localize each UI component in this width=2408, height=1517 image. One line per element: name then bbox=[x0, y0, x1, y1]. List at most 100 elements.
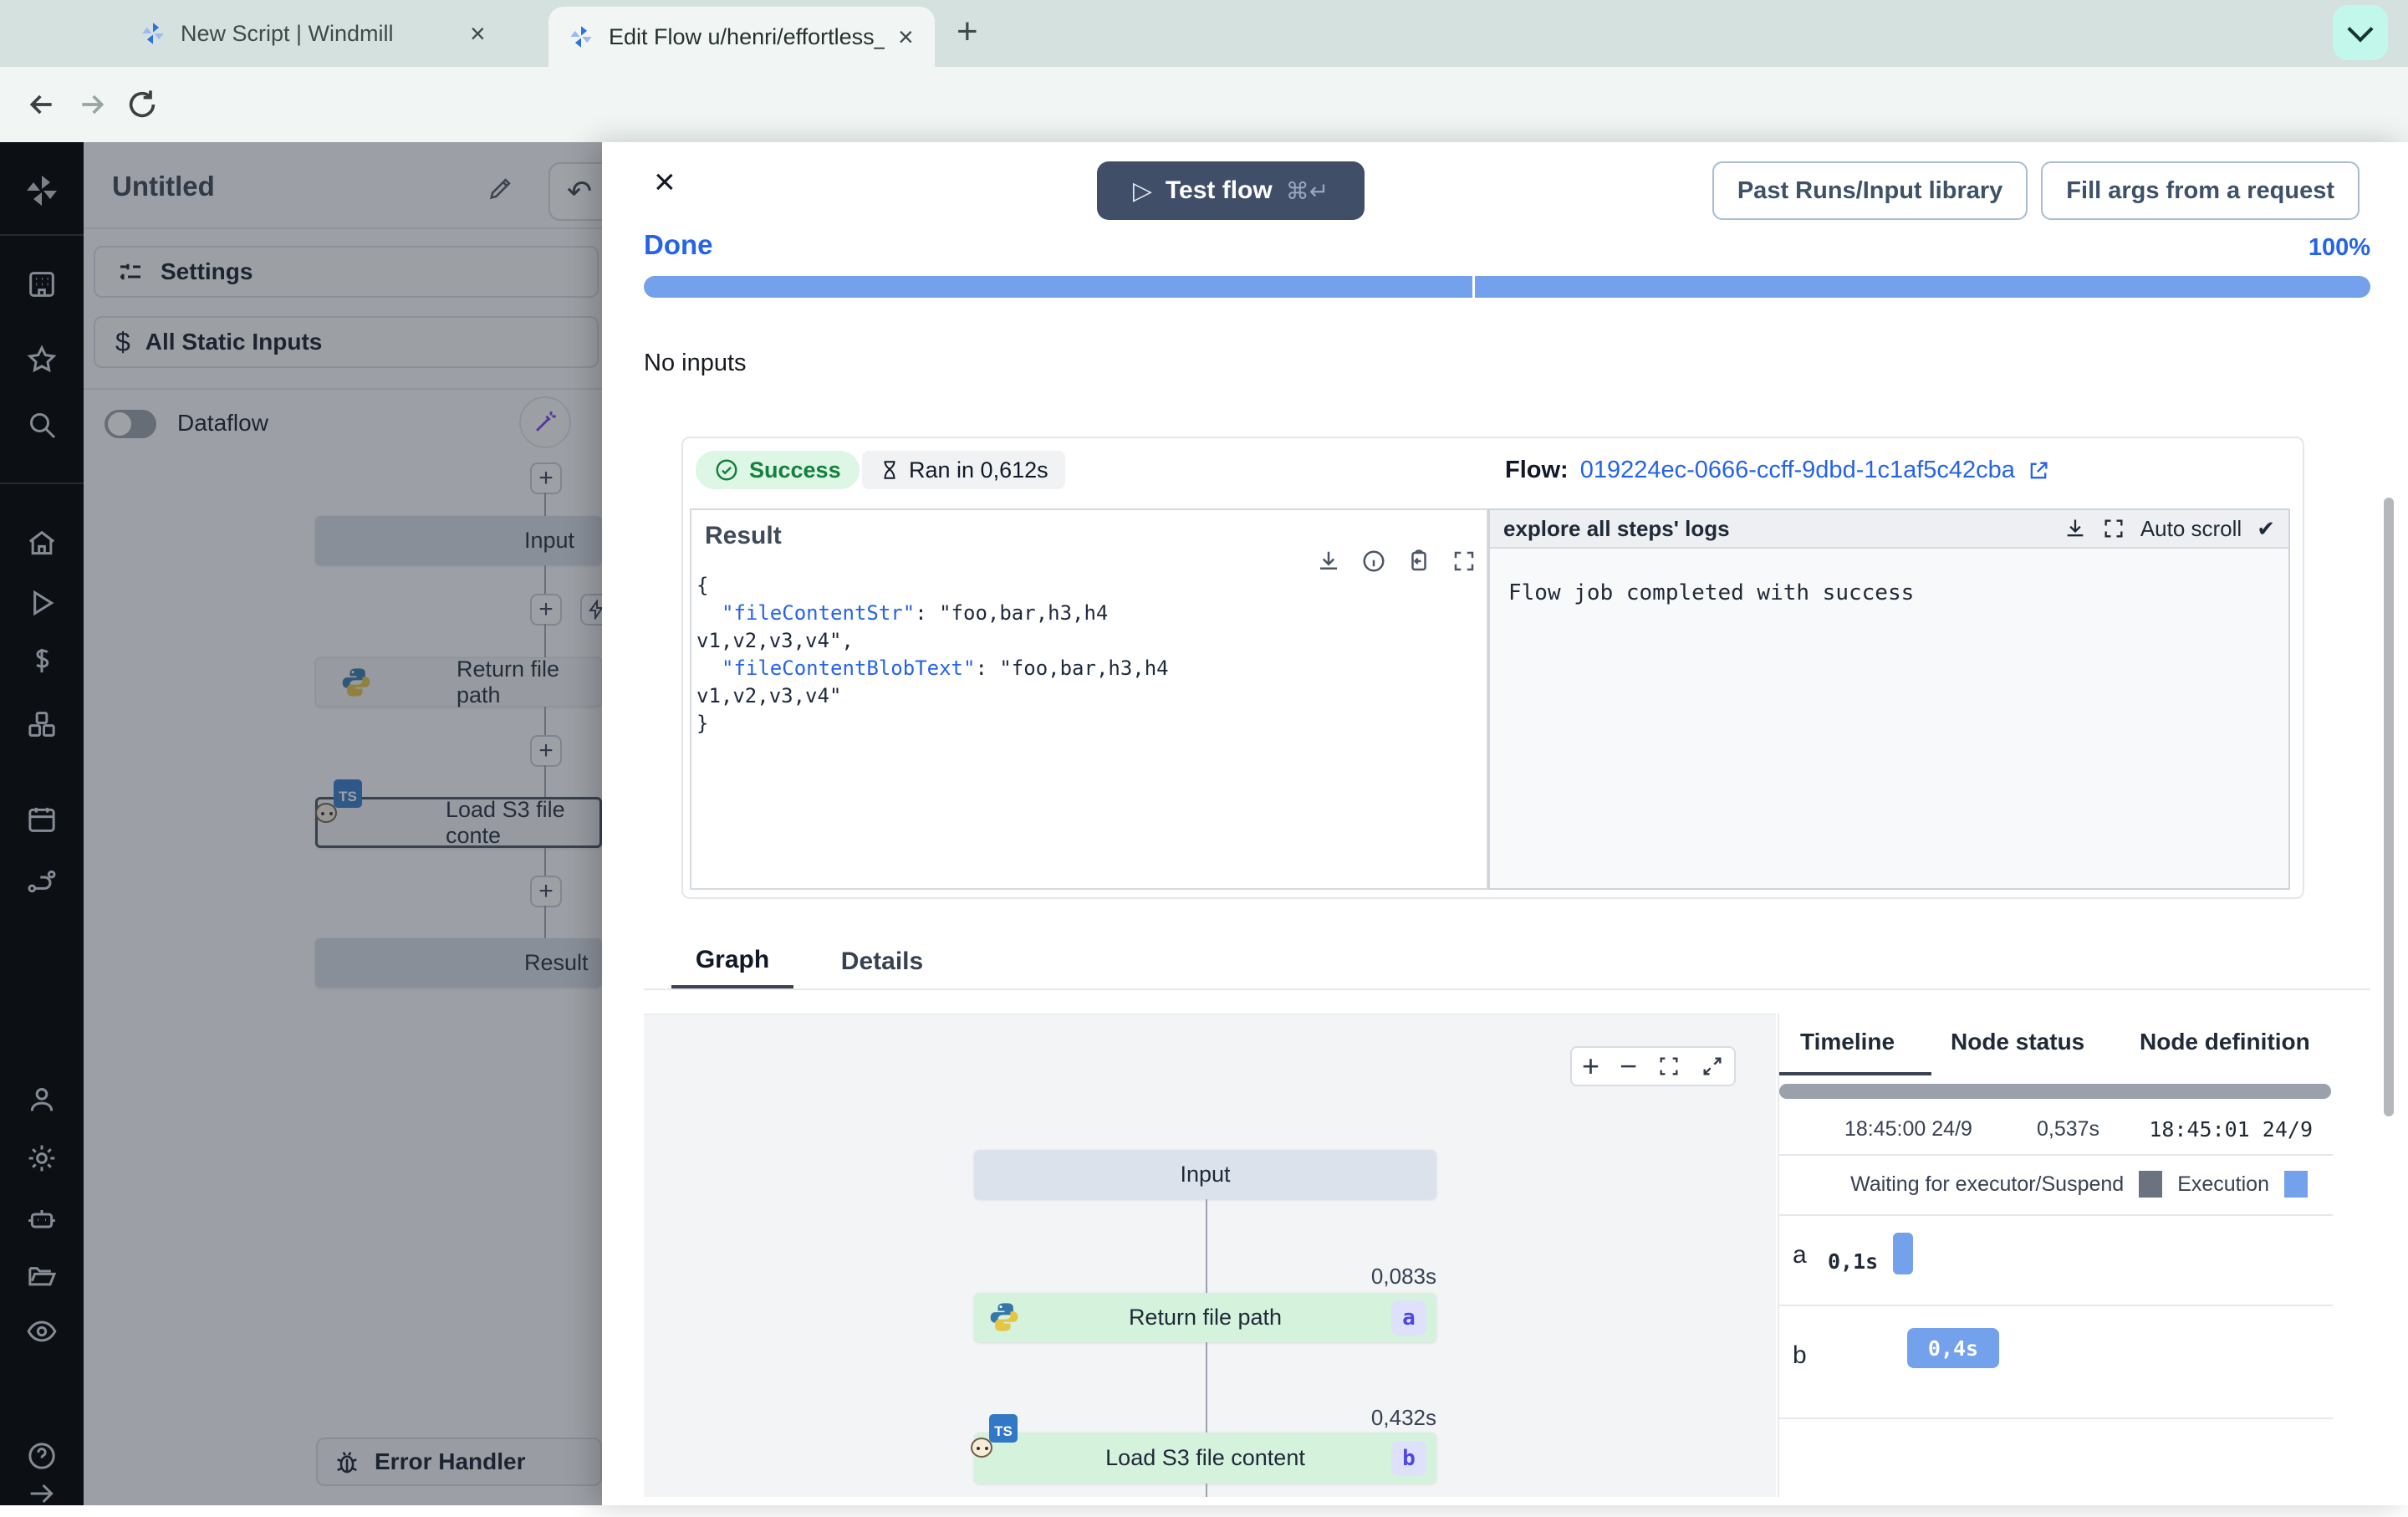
timeline-row-id: a bbox=[1793, 1241, 1807, 1269]
chevron-down-icon bbox=[2347, 16, 2373, 42]
flow-id-link[interactable]: 019224ec-0666-ccff-9dbd-1c1af5c42cba bbox=[1580, 457, 2015, 484]
sidebar-item-variables[interactable] bbox=[18, 637, 65, 684]
graph-edge bbox=[1206, 1484, 1207, 1497]
step-duration: 0,083s bbox=[1371, 1264, 1436, 1290]
graph-node-return-file-path[interactable]: Return file path a bbox=[974, 1293, 1436, 1342]
flow-label: Flow: bbox=[1505, 457, 1569, 484]
expand-icon[interactable] bbox=[2102, 517, 2125, 540]
logs-text: Flow job completed with success bbox=[1490, 549, 2288, 637]
fill-args-label: Fill args from a request bbox=[2066, 177, 2334, 205]
download-icon[interactable] bbox=[2064, 517, 2087, 540]
legend-execution-label: Execution bbox=[2177, 1172, 2269, 1197]
close-tab-icon[interactable]: × bbox=[470, 20, 486, 47]
zoom-in-icon[interactable]: + bbox=[1582, 1049, 1599, 1084]
duration-label: Ran in 0,612s bbox=[909, 457, 1048, 483]
result-json: { "fileContentStr": "foo,bar,h3,h4 v1,v2… bbox=[696, 572, 1480, 738]
result-tabs: Graph Details bbox=[644, 935, 2370, 990]
back-button[interactable] bbox=[17, 79, 67, 130]
autoscroll-label[interactable]: Auto scroll bbox=[2140, 516, 2242, 542]
progress-segment-divider bbox=[1472, 276, 1475, 298]
windmill-logo-icon[interactable] bbox=[18, 167, 65, 214]
sidebar-item-home[interactable] bbox=[18, 520, 65, 567]
divider bbox=[1779, 1154, 2333, 1156]
result-title: Result bbox=[705, 522, 782, 550]
divider bbox=[1779, 1214, 2333, 1216]
timeline-legend: Waiting for executor/Suspend Execution bbox=[1850, 1171, 2308, 1198]
past-runs-label: Past Runs/Input library bbox=[1737, 177, 2002, 205]
fullscreen-icon[interactable] bbox=[1701, 1055, 1724, 1078]
graph-edge bbox=[1206, 1199, 1207, 1293]
search-icon[interactable] bbox=[18, 401, 65, 448]
tab-graph[interactable]: Graph bbox=[671, 935, 793, 988]
graph-edge bbox=[1206, 1342, 1207, 1433]
tab-node-status[interactable]: Node status bbox=[1951, 1029, 2084, 1055]
external-link-icon[interactable] bbox=[2027, 459, 2050, 483]
app-sidebar-rail bbox=[0, 142, 84, 1505]
play-icon: ▷ bbox=[1133, 176, 1152, 206]
sidebar-item-routes[interactable] bbox=[18, 858, 65, 905]
status-badge-label: Success bbox=[749, 457, 841, 483]
browser-tabstrip: New Script | Windmill × Edit Flow u/henr… bbox=[0, 0, 2408, 67]
tab-details-label: Details bbox=[841, 947, 923, 976]
forward-button[interactable] bbox=[67, 79, 117, 130]
tab-search-button[interactable] bbox=[2333, 5, 2388, 60]
tab-graph-label: Graph bbox=[696, 946, 769, 974]
hourglass-icon bbox=[879, 459, 900, 481]
collapse-arrow-icon[interactable] bbox=[18, 1470, 65, 1517]
download-icon[interactable] bbox=[1316, 549, 1341, 574]
fill-args-button[interactable]: Fill args from a request bbox=[2041, 161, 2360, 220]
node-label: Input bbox=[1180, 1162, 1230, 1188]
sidebar-item-workers[interactable] bbox=[18, 1195, 65, 1242]
test-flow-drawer: × ▷ Test flow ⌘↵ Past Runs/Input library… bbox=[602, 142, 2408, 1505]
eye-icon[interactable] bbox=[18, 1308, 65, 1355]
step-id-badge: a bbox=[1391, 1300, 1426, 1336]
past-runs-button[interactable]: Past Runs/Input library bbox=[1712, 161, 2028, 220]
flow-run-graph: + − Input 0,083s Return file path a 0,43… bbox=[644, 1014, 1776, 1497]
progress-percent: 100% bbox=[2309, 234, 2370, 262]
fit-view-icon[interactable] bbox=[1657, 1055, 1681, 1078]
node-label: Load S3 file content bbox=[974, 1445, 1436, 1471]
active-tab-underline bbox=[1779, 1072, 1931, 1075]
timeline-row-id: b bbox=[1793, 1341, 1807, 1370]
close-tab-icon[interactable]: × bbox=[898, 23, 914, 50]
sidebar-item-favorites[interactable] bbox=[18, 336, 65, 383]
result-panel: Result { "fileContentStr": "foo,bar,h3,h… bbox=[690, 508, 1488, 890]
new-tab-button[interactable]: + bbox=[957, 13, 978, 50]
tab-timeline[interactable]: Timeline bbox=[1800, 1029, 1895, 1055]
shortcut-hint: ⌘↵ bbox=[1286, 177, 1329, 205]
execution-bar-b: 0,4s bbox=[1907, 1328, 1999, 1368]
modal-dim-overlay bbox=[84, 142, 602, 1505]
folder-icon[interactable] bbox=[18, 1252, 65, 1299]
sidebar-item-users[interactable] bbox=[18, 1076, 65, 1123]
close-drawer-icon[interactable]: × bbox=[654, 164, 676, 201]
timeline-row-duration: 0,1s bbox=[1828, 1249, 1878, 1274]
sidebar-item-runs[interactable] bbox=[18, 580, 65, 626]
reload-button[interactable] bbox=[117, 79, 167, 130]
tab-node-definition[interactable]: Node definition bbox=[2140, 1029, 2310, 1055]
copy-clipboard-icon[interactable] bbox=[1406, 549, 1431, 574]
sidebar-item-resources[interactable] bbox=[18, 701, 65, 748]
check-circle-icon bbox=[714, 457, 739, 483]
scrollbar[interactable] bbox=[2384, 498, 2394, 1116]
windmill-favicon bbox=[567, 23, 595, 51]
tab-new-script[interactable]: New Script | Windmill × bbox=[139, 10, 532, 57]
tab-title: New Script | Windmill bbox=[181, 21, 457, 47]
expand-icon[interactable] bbox=[1451, 549, 1477, 574]
timeline-panel: Timeline Node status Node definition 18:… bbox=[1778, 1014, 2333, 1497]
tab-details[interactable]: Details bbox=[821, 935, 943, 988]
test-flow-button[interactable]: ▷ Test flow ⌘↵ bbox=[1097, 161, 1365, 220]
progress-bar bbox=[644, 276, 2370, 298]
graph-node-load-s3[interactable]: TS Load S3 file content b bbox=[974, 1433, 1436, 1484]
info-icon[interactable] bbox=[1361, 549, 1386, 574]
sidebar-item-schedules[interactable] bbox=[18, 796, 65, 843]
logs-panel: explore all steps' logs Auto scroll ✔ Fl… bbox=[1488, 508, 2290, 890]
graph-node-input[interactable]: Input bbox=[974, 1150, 1436, 1199]
divider bbox=[1779, 1305, 2333, 1306]
check-icon[interactable]: ✔ bbox=[2257, 516, 2275, 542]
gear-icon[interactable] bbox=[18, 1135, 65, 1182]
rail-divider bbox=[0, 483, 84, 484]
sidebar-item-workspace[interactable] bbox=[18, 261, 65, 308]
no-inputs-text: No inputs bbox=[644, 350, 747, 377]
tab-edit-flow[interactable]: Edit Flow u/henri/effortless_fl × bbox=[548, 7, 935, 67]
zoom-out-icon[interactable]: − bbox=[1620, 1049, 1637, 1084]
